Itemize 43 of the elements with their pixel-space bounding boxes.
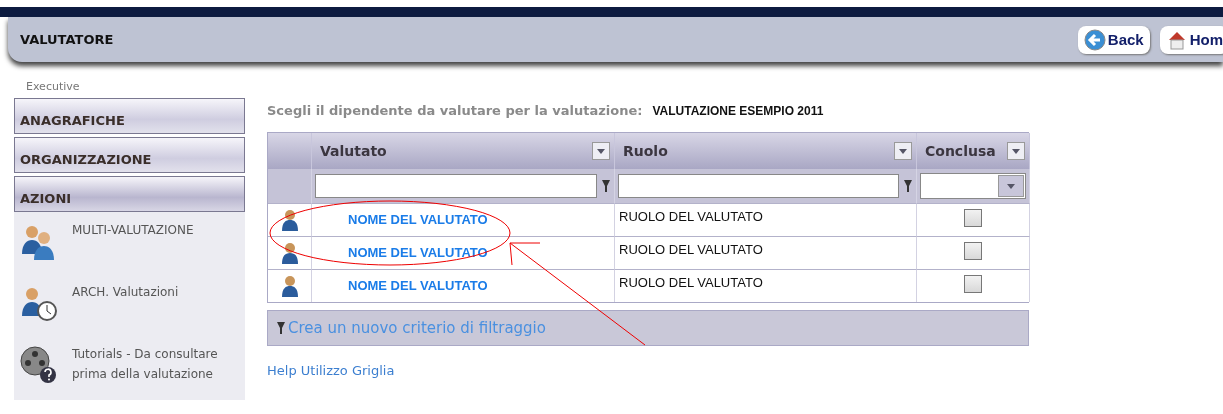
person-icon: [280, 275, 299, 297]
column-menu-button[interactable]: [894, 142, 912, 160]
sidebar-section[interactable]: ORGANIZZAZIONE: [14, 137, 245, 173]
caret-icon: [597, 148, 605, 154]
filter-field[interactable]: [618, 174, 899, 198]
sidebar-item[interactable]: MULTI-VALUTAZIONE: [72, 220, 237, 272]
name-link[interactable]: NOME DEL VALUTATO: [348, 245, 488, 260]
person-icon: [280, 209, 299, 231]
breadcrumb: Executive: [25, 79, 81, 94]
filter-field[interactable]: [315, 174, 597, 198]
caret-icon: [1012, 148, 1020, 154]
page-title: VALUTATORE: [20, 32, 114, 47]
caret-icon: [899, 148, 907, 154]
name-link[interactable]: NOME DEL VALUTATO: [348, 278, 488, 293]
filter-icon: [601, 179, 611, 193]
column-title: Conclusa: [925, 143, 996, 159]
column-menu-button[interactable]: [1007, 142, 1025, 160]
checkbox[interactable]: [964, 275, 982, 293]
filter-dropdown[interactable]: [920, 173, 1026, 199]
film-reel-icon: [18, 344, 58, 384]
home-button[interactable]: Hom: [1159, 25, 1223, 54]
sidebar-section[interactable]: AZIONI: [14, 176, 245, 212]
column-title: Valutato: [320, 143, 387, 159]
filter-icon: [903, 179, 913, 193]
prompt-label: Scegli il dipendente da valutare per la valutazione:: [267, 103, 643, 118]
checkbox[interactable]: [964, 242, 982, 260]
filter-icon: [276, 321, 286, 335]
sidebar-item[interactable]: ARCH. Valutazioni: [72, 282, 237, 334]
help-link[interactable]: Help Utilizzo Griglia: [267, 363, 395, 378]
person-icon: [280, 242, 299, 264]
name-link[interactable]: NOME DEL VALUTATO: [348, 212, 488, 227]
back-button[interactable]: Back: [1077, 25, 1150, 54]
checkbox[interactable]: [964, 209, 982, 227]
sidebar-section[interactable]: ANAGRAFICHE: [14, 98, 245, 134]
caret-icon: [1007, 183, 1015, 189]
table-cell: RUOLO DEL VALUTATO: [615, 236, 917, 269]
sidebar-item[interactable]: Tutorials - Da consultare prima della valutazione: [72, 344, 237, 396]
table-cell: RUOLO DEL VALUTATO: [615, 269, 917, 302]
column-title: Ruolo: [623, 143, 668, 159]
dropdown-button[interactable]: [998, 175, 1024, 197]
column-menu-button[interactable]: [592, 142, 610, 160]
evaluation-name: VALUTAZIONE ESEMPIO 2011: [652, 104, 824, 118]
table-cell: RUOLO DEL VALUTATO: [615, 203, 917, 236]
